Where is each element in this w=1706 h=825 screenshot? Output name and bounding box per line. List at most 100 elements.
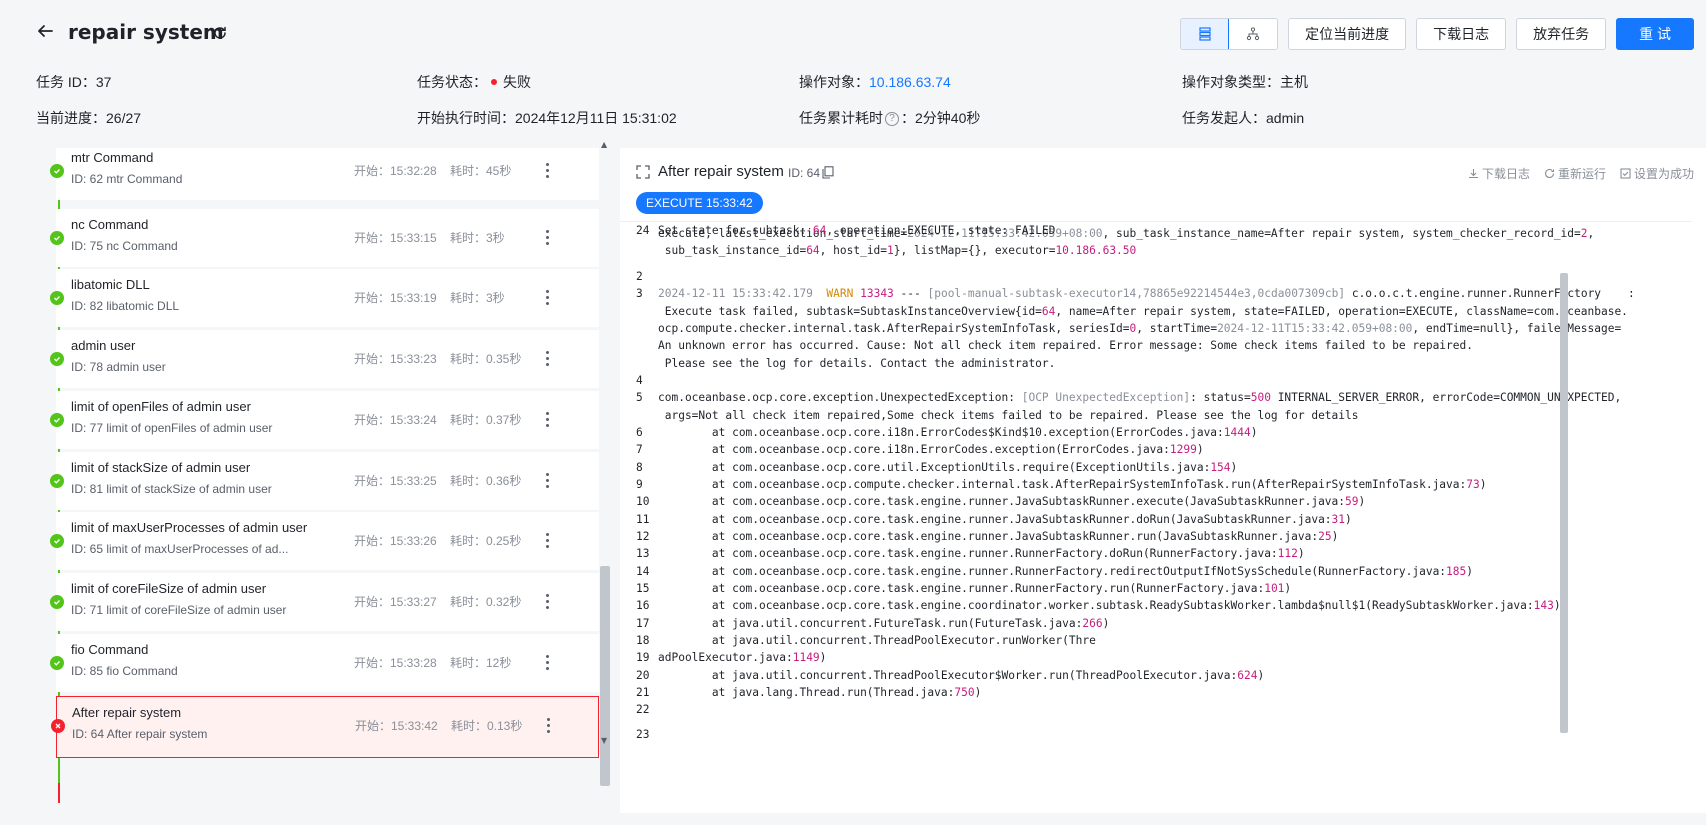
subtask-list: mtr Command ID: 62 mtr Command 开始：15:32:28… bbox=[44, 148, 599, 803]
subtask-start: 开始：15:33:27 bbox=[354, 595, 437, 609]
subtask-name: limit of coreFileSize of admin user bbox=[71, 581, 267, 596]
task-id-field: 任务 ID：37 bbox=[36, 74, 112, 90]
task-status-field: 任务状态： 失败 bbox=[417, 74, 531, 90]
subtask-item[interactable]: limit of maxUserProcesses of admin user I… bbox=[50, 512, 599, 570]
subtask-name: limit of maxUserProcesses of admin user bbox=[71, 520, 308, 535]
log-line: 23 bbox=[636, 728, 650, 741]
subtask-name: limit of openFiles of admin user bbox=[71, 399, 251, 414]
execute-tag[interactable]: EXECUTE 15:33:42 bbox=[636, 192, 763, 214]
check-icon bbox=[50, 291, 64, 305]
log-line: sub_task_instance_id=64, host_id=1}, lis… bbox=[658, 244, 1137, 258]
log-line: 21 at java.lang.Thread.run(Thread.java:7… bbox=[636, 686, 982, 699]
target-link[interactable]: 10.186.63.74 bbox=[869, 74, 951, 90]
log-viewer[interactable]: execute, latest_execution_start_time=202… bbox=[620, 221, 1692, 809]
elapsed-value: ：2分钟40秒 bbox=[901, 110, 981, 126]
log-line: 13 at com.oceanbase.ocp.core.task.engine… bbox=[636, 547, 1305, 561]
abandon-task-button[interactable]: 放弃任务 bbox=[1516, 18, 1607, 50]
log-line: 17 at java.util.concurrent.FutureTask.ru… bbox=[636, 616, 1110, 630]
subtask-name: fio Command bbox=[71, 642, 149, 657]
subtask-duration: 耗时：0.35秒 bbox=[450, 352, 522, 366]
more-vertical-icon[interactable] bbox=[542, 407, 552, 431]
set-success-button[interactable]: 设置为成功 bbox=[1620, 165, 1694, 182]
subtask-list-scrollbar[interactable]: ▲ ▼ bbox=[600, 140, 610, 803]
status-failed-dot bbox=[491, 79, 497, 86]
subtask-name: mtr Command bbox=[71, 150, 154, 165]
subtask-item[interactable]: limit of stackSize of admin user ID: 81 l… bbox=[50, 452, 599, 510]
copy-icon[interactable] bbox=[822, 166, 834, 179]
log-line: args=Not all check item repaired,Some ch… bbox=[658, 408, 1359, 422]
subtask-item[interactable]: fio Command ID: 85 fio Command 开始：15:33:28… bbox=[50, 634, 599, 692]
subtask-duration: 耗时：0.32秒 bbox=[450, 595, 522, 609]
subtask-id: ID: 62 mtr Command bbox=[71, 172, 183, 186]
download-log-button[interactable]: 下载日志 bbox=[1416, 18, 1507, 50]
more-vertical-icon[interactable] bbox=[542, 589, 552, 613]
detail-download-log-button[interactable]: 下载日志 bbox=[1468, 165, 1530, 182]
header: repair system 定位当前进度 下载日志 放弃任务 重 试 bbox=[12, 0, 1706, 70]
subtask-duration: 耗时：3秒 bbox=[450, 291, 505, 305]
check-icon bbox=[50, 164, 64, 178]
arrow-left-icon[interactable] bbox=[36, 22, 54, 40]
list-view-button[interactable] bbox=[1181, 19, 1231, 49]
detail-id: ID: 64 bbox=[788, 166, 821, 180]
log-scrollbar-thumb[interactable] bbox=[1560, 273, 1568, 733]
initiator-field: 任务发起人：admin bbox=[1182, 110, 1305, 126]
retry-button[interactable]: 重 试 bbox=[1616, 18, 1694, 50]
subtask-item[interactable]: limit of openFiles of admin user ID: 77 l… bbox=[50, 391, 599, 449]
log-line: 20 at java.util.concurrent.ThreadPoolExe… bbox=[636, 668, 1265, 682]
subtask-name: nc Command bbox=[71, 217, 149, 232]
question-circle-icon[interactable]: ? bbox=[885, 112, 899, 127]
more-vertical-icon[interactable] bbox=[542, 650, 552, 674]
log-line: 12 at com.oceanbase.ocp.core.task.engine… bbox=[636, 530, 1339, 543]
subtask-start: 开始：15:33:19 bbox=[354, 291, 437, 305]
log-line: 10 at com.oceanbase.ocp.core.task.engine… bbox=[636, 495, 1366, 509]
scroll-up-arrow-icon[interactable]: ▲ bbox=[601, 140, 607, 149]
subtask-id: ID: 82 libatomic DLL bbox=[71, 299, 180, 313]
list-view-icon bbox=[1199, 27, 1211, 41]
subtask-item[interactable]: nc Command ID: 75 nc Command 开始：15:33:15 耗时… bbox=[50, 209, 599, 267]
more-vertical-icon[interactable] bbox=[542, 528, 552, 552]
more-vertical-icon[interactable] bbox=[542, 346, 552, 370]
subtask-item[interactable]: libatomic DLL ID: 82 libatomic DLL 开始：15:3… bbox=[50, 269, 599, 327]
check-icon bbox=[50, 534, 64, 548]
subtask-id: ID: 64 After repair system bbox=[72, 727, 208, 741]
check-icon bbox=[50, 352, 64, 366]
scroll-down-arrow-icon[interactable]: ▼ bbox=[601, 736, 607, 745]
subtask-item-failed[interactable]: After repair system ID: 64 After repair s… bbox=[51, 696, 599, 758]
subtask-item[interactable]: admin user ID: 78 admin user 开始：15:33:23 耗时… bbox=[50, 330, 599, 388]
timeline-line-failed bbox=[58, 783, 60, 803]
log-line: 2 bbox=[636, 270, 643, 283]
subtask-duration: 耗时：3秒 bbox=[450, 231, 505, 245]
subtask-item[interactable]: limit of coreFileSize of admin user ID: 7… bbox=[50, 573, 599, 631]
subtask-duration: 耗时：0.36秒 bbox=[450, 474, 522, 488]
subtask-start: 开始：15:33:23 bbox=[354, 352, 437, 366]
log-scrollbar[interactable] bbox=[1558, 213, 1570, 748]
locate-progress-button[interactable]: 定位当前进度 bbox=[1288, 18, 1407, 50]
subtask-detail-panel: After repair system ID: 64 下载日志 重新运行 设置为… bbox=[620, 148, 1706, 813]
fullscreen-icon[interactable] bbox=[636, 165, 650, 179]
subtask-id: ID: 65 limit of maxUserProcesses of ad..… bbox=[71, 542, 289, 556]
check-icon bbox=[50, 231, 64, 245]
start-time-field: 开始执行时间：2024年12月11日 15:31:02 bbox=[417, 110, 677, 126]
detail-actions: 下载日志 重新运行 设置为成功 bbox=[1468, 165, 1694, 182]
more-vertical-icon[interactable] bbox=[542, 285, 552, 309]
more-vertical-icon[interactable] bbox=[542, 225, 552, 249]
subtask-start: 开始：15:32:28 bbox=[354, 164, 437, 178]
page: repair system 定位当前进度 下载日志 放弃任务 重 试 任务 ID… bbox=[12, 0, 1706, 825]
log-line: Execute task failed, subtask=SubtaskInst… bbox=[658, 304, 1628, 318]
subtask-start: 开始：15:33:26 bbox=[354, 534, 437, 548]
more-vertical-icon[interactable] bbox=[543, 713, 553, 737]
rerun-icon bbox=[1544, 168, 1555, 178]
subtask-item[interactable]: mtr Command ID: 62 mtr Command 开始：15:32:28… bbox=[50, 148, 599, 200]
download-icon bbox=[1468, 169, 1478, 179]
refresh-icon[interactable] bbox=[212, 25, 228, 41]
more-vertical-icon[interactable] bbox=[542, 468, 552, 492]
log-line: 7 at com.oceanbase.ocp.core.i18n.ErrorCo… bbox=[636, 443, 1204, 457]
subtask-id: ID: 71 limit of coreFileSize of admin us… bbox=[71, 603, 287, 617]
rerun-button[interactable]: 重新运行 bbox=[1544, 165, 1606, 182]
log-line: 24 Set state for subtask: 64, operation:E… bbox=[636, 224, 1056, 237]
tree-view-button[interactable] bbox=[1229, 19, 1278, 49]
subtask-duration: 耗时：0.25秒 bbox=[450, 534, 522, 548]
more-vertical-icon[interactable] bbox=[542, 158, 552, 182]
scrollbar-thumb[interactable] bbox=[600, 566, 610, 786]
subtask-name: limit of stackSize of admin user bbox=[71, 460, 251, 475]
